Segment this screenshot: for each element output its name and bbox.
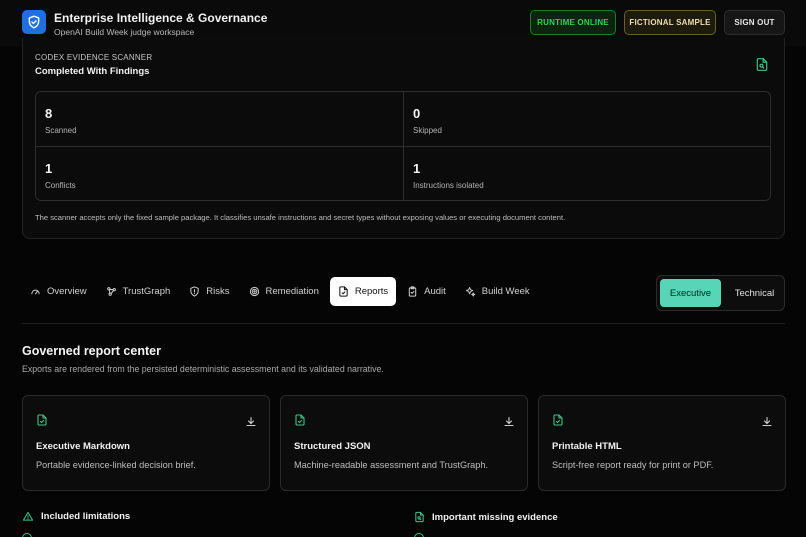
list-item-icon	[414, 533, 424, 537]
missing-evidence-label: Important missing evidence	[432, 511, 558, 523]
stat-value: 1	[45, 161, 53, 176]
runtime-status-badge: RUNTIME ONLINE	[530, 10, 616, 35]
tab-label: Risks	[206, 285, 230, 297]
app-title: Enterprise Intelligence & Governance	[54, 11, 268, 25]
graph-icon	[106, 286, 117, 297]
stat-value: 1	[413, 161, 421, 176]
scanner-status: Completed With Findings	[35, 66, 150, 77]
stat-value: 0	[413, 106, 421, 121]
tab-build-week[interactable]: Build Week	[457, 277, 538, 306]
gauge-icon	[30, 286, 41, 297]
warning-triangle-icon	[22, 511, 34, 522]
fictional-sample-badge: FICTIONAL SAMPLE	[624, 10, 716, 35]
stat-scanned: 8 Scanned	[36, 92, 403, 146]
file-search-icon	[755, 57, 769, 77]
tab-reports[interactable]: Reports	[329, 276, 397, 306]
scanner-stats-grid: 8 Scanned 0 Skipped 1 Conflicts 1 Instru…	[35, 91, 771, 201]
stat-instructions-isolated: 1 Instructions isolated	[403, 146, 770, 200]
file-check-icon	[36, 413, 48, 432]
sign-out-button[interactable]: SIGN OUT	[724, 10, 785, 35]
scanner-note: The scanner accepts only the fixed sampl…	[35, 213, 566, 222]
report-description: Script-free report ready for print or PD…	[552, 460, 714, 470]
file-check-icon	[294, 413, 306, 432]
scanner-eyebrow: CODEX EVIDENCE SCANNER	[35, 53, 153, 62]
tab-label: Reports	[354, 285, 389, 297]
included-limitations-heading: Included limitations	[22, 511, 130, 522]
stat-label: Skipped	[413, 126, 442, 135]
download-icon[interactable]	[761, 415, 773, 433]
tab-remediation[interactable]: Remediation	[241, 277, 327, 306]
report-card-printable-html[interactable]: Printable HTML Script-free report ready …	[538, 395, 786, 491]
stat-skipped: 0 Skipped	[403, 92, 770, 146]
technical-view-button[interactable]: Technical	[727, 279, 782, 307]
report-center-subtitle: Exports are rendered from the persisted …	[22, 364, 384, 374]
report-name: Structured JSON	[294, 441, 371, 452]
missing-evidence-heading: Important missing evidence	[414, 511, 558, 523]
tab-audit[interactable]: Audit	[399, 277, 454, 306]
stat-label: Scanned	[45, 126, 77, 135]
tab-label: Build Week	[481, 285, 530, 297]
limitations-label: Included limitations	[41, 511, 131, 522]
clipboard-icon	[407, 285, 418, 297]
tab-trustgraph[interactable]: TrustGraph	[98, 277, 179, 306]
app-subtitle: OpenAI Build Week judge workspace	[54, 27, 195, 37]
file-check-icon	[552, 413, 564, 432]
report-name: Printable HTML	[552, 441, 622, 452]
stat-label: Instructions isolated	[413, 181, 484, 190]
list-item-icon	[22, 533, 32, 537]
report-card-structured-json[interactable]: Structured JSON Machine-readable assessm…	[280, 395, 528, 491]
report-center-title: Governed report center	[22, 344, 161, 358]
nav-tabs: Overview TrustGraph Risks Remediation Re…	[22, 275, 541, 307]
download-icon[interactable]	[503, 415, 515, 433]
shield-icon	[189, 285, 200, 297]
tab-label: TrustGraph	[122, 285, 171, 297]
report-description: Machine-readable assessment and TrustGra…	[294, 460, 489, 470]
executive-view-button[interactable]: Executive	[660, 279, 721, 307]
file-icon	[338, 285, 349, 297]
tab-label: Overview	[47, 285, 87, 297]
tab-label: Audit	[424, 285, 446, 297]
tab-overview[interactable]: Overview	[22, 277, 95, 306]
file-search-icon	[414, 511, 425, 523]
report-card-executive-markdown[interactable]: Executive Markdown Portable evidence-lin…	[22, 395, 270, 491]
stat-label: Conflicts	[45, 181, 76, 190]
report-name: Executive Markdown	[36, 441, 130, 452]
shield-logo-icon	[22, 10, 46, 34]
tab-label: Remediation	[265, 285, 319, 297]
report-description: Portable evidence-linked decision brief.	[36, 460, 196, 470]
stat-conflicts: 1 Conflicts	[36, 146, 403, 200]
download-icon[interactable]	[245, 415, 257, 433]
sparkle-icon	[465, 286, 476, 297]
view-toggle: Executive Technical	[656, 275, 785, 311]
target-icon	[249, 286, 260, 297]
stat-value: 8	[45, 106, 53, 121]
tab-risks[interactable]: Risks	[181, 277, 237, 306]
section-divider	[22, 323, 785, 324]
